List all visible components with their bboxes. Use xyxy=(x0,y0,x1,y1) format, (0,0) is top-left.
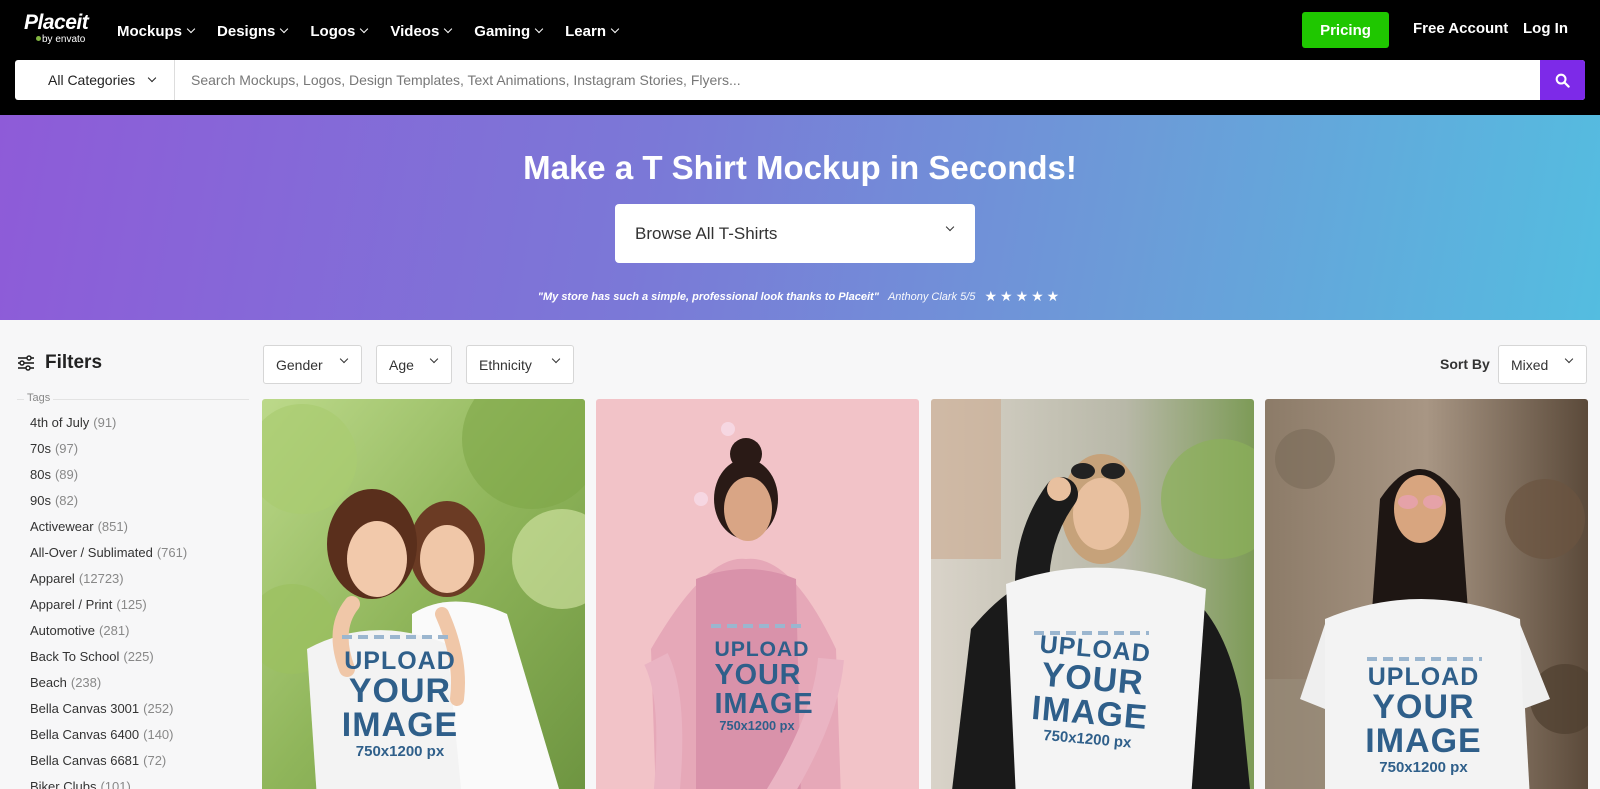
gender-dropdown[interactable]: Gender xyxy=(263,345,362,384)
tag-item[interactable]: 90s (82) xyxy=(30,488,187,514)
tag-item[interactable]: Bella Canvas 6681 (72) xyxy=(30,748,187,774)
chevron-down-icon xyxy=(280,24,289,34)
tag-item[interactable]: All-Over / Sublimated (761) xyxy=(30,540,187,566)
nav-mockups[interactable]: Mockups xyxy=(117,20,196,42)
filters-title: Filters xyxy=(45,352,103,373)
tag-list: 4th of July (91) 70s (97) 80s (89) 90s (82) … xyxy=(30,410,187,789)
tag-item[interactable]: 70s (97) xyxy=(30,436,187,462)
mockup-card[interactable]: UPLOAD YOUR IMAGE 750x1200 px xyxy=(596,399,919,789)
testimonial: "My store has such a simple, professiona… xyxy=(0,288,1600,305)
chevron-down-icon xyxy=(339,354,349,364)
tags-label: Tags xyxy=(24,392,54,404)
top-navigation-bar: Placeit by envato Mockups Designs Logos … xyxy=(0,0,1600,115)
hero-title: Make a T Shirt Mockup in Seconds! xyxy=(523,149,1077,186)
upload-placeholder: UPLOAD YOUR IMAGE 750x1200 px xyxy=(1030,630,1153,752)
nav-logos[interactable]: Logos xyxy=(310,20,369,42)
nav-learn[interactable]: Learn xyxy=(565,20,620,42)
main-nav: Mockups Designs Logos Videos Gaming Lear… xyxy=(117,20,641,42)
chevron-down-icon xyxy=(429,354,439,364)
search-icon xyxy=(1555,73,1570,88)
nav-gaming[interactable]: Gaming xyxy=(474,20,544,42)
tag-item[interactable]: Apparel / Print (125) xyxy=(30,592,187,618)
upload-placeholder: UPLOAD YOUR IMAGE 750x1200 px xyxy=(341,647,459,760)
chevron-down-icon xyxy=(534,24,544,34)
mockup-card[interactable]: UPLOAD YOUR IMAGE 750x1200 px xyxy=(262,399,585,789)
search-input[interactable] xyxy=(175,60,1540,100)
login-link[interactable]: Log In xyxy=(1523,20,1568,37)
ethnicity-dropdown[interactable]: Ethnicity xyxy=(466,345,574,384)
print-area-guide xyxy=(711,624,801,628)
tag-item[interactable]: Back To School (225) xyxy=(30,644,187,670)
mockup-card[interactable]: UPLOAD YOUR IMAGE 750x1200 px xyxy=(931,399,1254,789)
chevron-down-icon xyxy=(360,24,369,34)
chevron-down-icon xyxy=(551,354,561,364)
age-dropdown[interactable]: Age xyxy=(376,345,452,384)
sort-by-label: Sort By xyxy=(1440,356,1490,372)
free-account-link[interactable]: Free Account xyxy=(1413,20,1508,37)
testimonial-quote: "My store has such a simple, professiona… xyxy=(537,291,879,303)
envato-leaf-icon xyxy=(36,36,41,41)
chevron-down-icon xyxy=(945,222,955,232)
browse-tshirts-select[interactable]: Browse All T-Shirts xyxy=(615,204,975,263)
chevron-down-icon xyxy=(147,73,157,83)
chevron-down-icon xyxy=(1564,354,1574,364)
logo-wordmark: Placeit xyxy=(24,11,89,34)
tag-item[interactable]: Activewear (851) xyxy=(30,514,187,540)
sort-dropdown[interactable]: Mixed xyxy=(1498,345,1587,384)
hero-banner: Make a T Shirt Mockup in Seconds! Browse… xyxy=(0,115,1600,320)
chevron-down-icon xyxy=(610,24,620,34)
search-bar: All Categories xyxy=(15,60,1585,100)
mockup-card[interactable]: UPLOAD YOUR IMAGE 750x1200 px xyxy=(1265,399,1588,789)
tag-item[interactable]: Bella Canvas 6400 (140) xyxy=(30,722,187,748)
tag-item[interactable]: Beach (238) xyxy=(30,670,187,696)
tag-item[interactable]: 4th of July (91) xyxy=(30,410,187,436)
upload-placeholder: UPLOAD YOUR IMAGE 750x1200 px xyxy=(1365,663,1482,776)
sliders-icon xyxy=(18,355,34,371)
nav-videos[interactable]: Videos xyxy=(390,20,453,42)
upload-placeholder: UPLOAD YOUR IMAGE 750x1200 px xyxy=(714,637,814,734)
rating-stars-icon: ★★★★★ xyxy=(984,288,1063,304)
tag-item[interactable]: 80s (89) xyxy=(30,462,187,488)
category-select[interactable]: All Categories xyxy=(15,60,175,100)
chevron-down-icon xyxy=(186,24,196,34)
nav-designs[interactable]: Designs xyxy=(217,20,289,42)
search-button[interactable] xyxy=(1540,60,1585,100)
tag-item[interactable]: Biker Clubs (101) xyxy=(30,774,187,789)
chevron-down-icon xyxy=(444,24,453,34)
print-area-guide xyxy=(342,635,452,639)
tag-item[interactable]: Apparel (12723) xyxy=(30,566,187,592)
tag-item[interactable]: Automotive (281) xyxy=(30,618,187,644)
filters-header: Filters xyxy=(17,352,102,374)
placeit-logo[interactable]: Placeit by envato xyxy=(24,11,89,46)
print-area-guide xyxy=(1367,657,1482,661)
testimonial-author: Anthony Clark 5/5 xyxy=(887,291,976,303)
tag-item[interactable]: Bella Canvas 3001 (252) xyxy=(30,696,187,722)
logo-subtitle: by envato xyxy=(42,34,86,45)
pricing-button[interactable]: Pricing xyxy=(1302,12,1389,48)
